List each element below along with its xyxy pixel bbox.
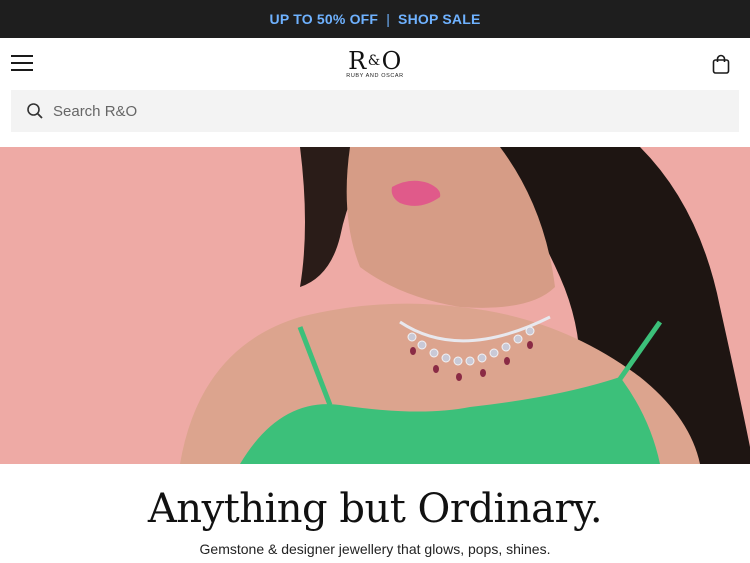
- site-header: R&O RUBY AND OSCAR: [0, 38, 750, 90]
- search-icon: [27, 103, 43, 119]
- search-bar[interactable]: [11, 90, 739, 132]
- promo-separator: |: [386, 11, 391, 27]
- promo-offer[interactable]: UP TO 50% OFF: [270, 11, 379, 27]
- page-headline: Anything but Ordinary.: [147, 486, 603, 532]
- promo-banner[interactable]: UP TO 50% OFF | SHOP SALE: [0, 0, 750, 38]
- hero-copy: Anything but Ordinary. Gemstone & design…: [0, 464, 750, 557]
- page-subheadline: Gemstone & designer jewellery that glows…: [199, 541, 551, 557]
- hamburger-menu-icon[interactable]: [11, 55, 33, 72]
- shopping-bag-icon[interactable]: [710, 53, 732, 75]
- search-input[interactable]: [51, 101, 655, 121]
- logo[interactable]: R&O RUBY AND OSCAR: [346, 48, 404, 79]
- logo-mark: R&O: [348, 47, 402, 75]
- hero-model-illustration: [0, 147, 750, 464]
- hero-image[interactable]: [0, 147, 750, 464]
- shop-sale-link[interactable]: SHOP SALE: [398, 11, 480, 27]
- logo-subtitle: RUBY AND OSCAR: [346, 73, 404, 79]
